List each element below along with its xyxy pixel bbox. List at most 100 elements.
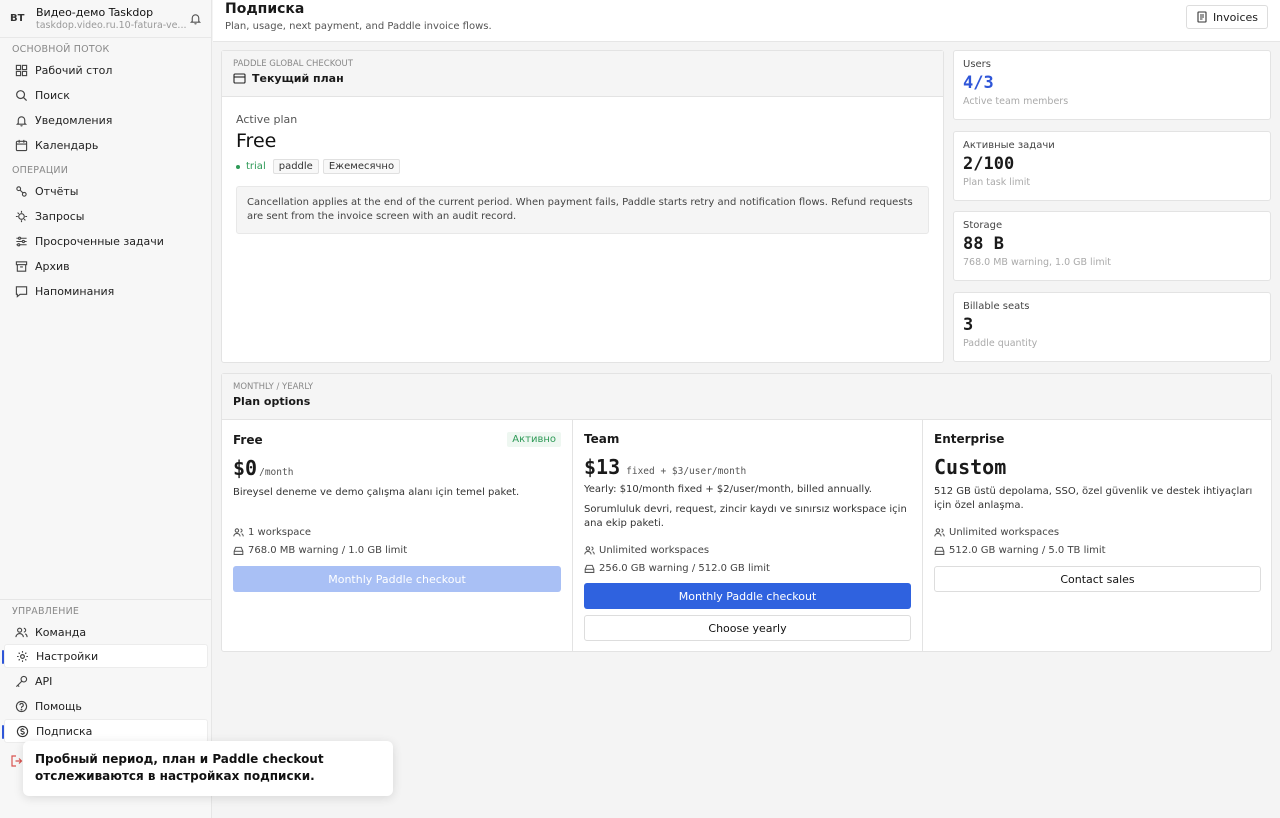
logout-icon[interactable] <box>10 754 24 768</box>
sidebar-item-label: Просроченные задачи <box>35 234 164 248</box>
plan-feature: Unlimited workspaces <box>934 525 1106 539</box>
stat-note: Plan task limit <box>963 177 1031 188</box>
current-plan-card: PADDLE GLOBAL CHECKOUT Текущий план Acti… <box>221 50 944 363</box>
requests-icon <box>14 209 28 223</box>
active-badge: Активно <box>507 432 561 447</box>
status-badge: trial <box>246 161 266 172</box>
bell-icon[interactable] <box>187 11 203 27</box>
workspace-url: taskdop.video.ru.10-fatura-ve... <box>36 20 187 31</box>
current-plan-title: Текущий план <box>252 72 344 85</box>
sidebar-item-team[interactable]: Команда <box>4 620 208 644</box>
sidebar-item-label: Подписка <box>36 724 93 738</box>
stat-note: Paddle quantity <box>963 338 1038 349</box>
sidebar-item-label: Поиск <box>35 88 70 102</box>
sidebar-item-overdue[interactable]: Просроченные задачи <box>4 229 207 253</box>
sliders-icon <box>14 234 28 248</box>
active-plan-label: Active plan <box>236 113 298 126</box>
stat-value: 2/100 <box>963 154 1015 174</box>
dollar-icon <box>15 724 29 738</box>
section-main-label: ОСНОВНОЙ ПОТОК <box>12 44 110 55</box>
sidebar-item-label: Настройки <box>36 649 99 663</box>
sidebar-item-reports[interactable]: Отчёты <box>4 179 207 203</box>
key-icon <box>14 674 28 688</box>
team-monthly-checkout-button[interactable]: Monthly Paddle checkout <box>584 583 911 609</box>
stat-active-tasks: Активные задачи 2/100 Plan task limit <box>953 131 1271 201</box>
plan-feature-text: Unlimited workspaces <box>949 526 1060 538</box>
users-icon <box>233 527 244 536</box>
plan-feature: Unlimited workspaces <box>584 543 770 557</box>
stat-label: Users <box>963 59 992 70</box>
sidebar-item-settings[interactable]: Настройки <box>2 644 208 668</box>
plan-name: Enterprise <box>934 432 1005 446</box>
plan-description: Sorumluluk devri, request, zincir kaydı … <box>584 504 907 529</box>
plan-feature: 512.0 GB warning / 5.0 TB limit <box>934 543 1106 557</box>
storage-icon <box>934 546 945 555</box>
sidebar-item-label: Запросы <box>35 209 85 223</box>
sidebar-item-label: API <box>35 674 53 688</box>
search-icon <box>14 88 28 102</box>
sidebar-item-label: Помощь <box>35 699 82 713</box>
bell-icon <box>14 113 28 127</box>
sidebar-item-search[interactable]: Поиск <box>4 83 207 107</box>
sidebar: BT Видео-демо Taskdop taskdop.video.ru.1… <box>0 0 212 818</box>
stat-label: Billable seats <box>963 301 1030 312</box>
invoices-button[interactable]: Invoices <box>1185 5 1268 29</box>
choose-yearly-button[interactable]: Choose yearly <box>584 615 911 641</box>
provider-tag: paddle <box>272 159 319 174</box>
plan-options-kicker: MONTHLY / YEARLY <box>233 382 314 392</box>
sidebar-item-calendar[interactable]: Календарь <box>4 133 207 157</box>
sidebar-item-requests[interactable]: Запросы <box>4 204 207 228</box>
message-icon <box>14 284 28 298</box>
plan-name: Free <box>233 432 263 447</box>
sidebar-item-api[interactable]: API <box>4 669 208 693</box>
stat-value: 3 <box>963 315 974 335</box>
workspace-switcher[interactable]: BT Видео-демо Taskdop taskdop.video.ru.1… <box>0 0 211 38</box>
help-icon <box>14 699 28 713</box>
plan-feature-text: Unlimited workspaces <box>599 544 710 556</box>
sidebar-item-label: Рабочий стол <box>35 63 113 77</box>
status-dot <box>236 164 240 169</box>
plan-price: $0 <box>233 456 258 480</box>
stat-note: 768.0 MB warning, 1.0 GB limit <box>963 257 1111 268</box>
plan-price: Custom <box>934 455 1007 479</box>
users-icon <box>14 625 28 639</box>
sidebar-item-label: Команда <box>35 625 87 639</box>
plan-description: Bireysel deneme ve demo çalışma alanı iç… <box>233 487 520 498</box>
storage-icon <box>584 564 595 573</box>
document-icon <box>1197 11 1207 23</box>
current-plan-kicker: PADDLE GLOBAL CHECKOUT <box>233 59 353 69</box>
stat-users: Users 4/3 Active team members <box>953 50 1271 120</box>
plan-team: Team $13 fixed + $3/user/month Yearly: $… <box>573 420 923 652</box>
plan-feature-text: 1 workspace <box>248 526 312 538</box>
contact-sales-button[interactable]: Contact sales <box>934 566 1261 592</box>
plan-feature-text: 256.0 GB warning / 512.0 GB limit <box>599 562 770 574</box>
sidebar-item-notifications[interactable]: Уведомления <box>4 108 207 132</box>
sidebar-item-label: Архив <box>35 259 70 273</box>
free-monthly-checkout-button[interactable]: Monthly Paddle checkout <box>233 566 561 592</box>
sidebar-item-reminders[interactable]: Напоминания <box>4 279 207 303</box>
sidebar-item-label: Календарь <box>35 138 99 152</box>
workspace-name: Видео-демо Taskdop <box>36 6 154 19</box>
plan-feature: 256.0 GB warning / 512.0 GB limit <box>584 561 770 575</box>
plan-options-title: Plan options <box>233 395 311 408</box>
section-ops-label: ОПЕРАЦИИ <box>12 165 69 176</box>
stat-value: 88 B <box>963 234 1004 254</box>
stat-value: 4/3 <box>963 73 994 93</box>
plan-price-suffix: fixed + $3/user/month <box>626 466 747 477</box>
stat-label: Активные задачи <box>963 140 1055 151</box>
sidebar-item-dashboard[interactable]: Рабочий стол <box>4 58 207 82</box>
storage-icon <box>233 546 244 555</box>
calendar-icon <box>14 138 28 152</box>
stat-note: Active team members <box>963 96 1069 107</box>
plan-enterprise: Enterprise Custom 512 GB üstü depolama, … <box>923 420 1272 652</box>
cancellation-info: Cancellation applies at the end of the c… <box>236 186 929 234</box>
plan-price-suffix: /month <box>259 467 294 478</box>
page-header: Подписка Plan, usage, next payment, and … <box>213 0 1280 42</box>
sidebar-item-archive[interactable]: Архив <box>4 254 207 278</box>
plan-price: $13 <box>584 455 621 479</box>
sidebar-item-help[interactable]: Помощь <box>4 694 208 718</box>
page-subtitle: Plan, usage, next payment, and Paddle in… <box>225 21 492 32</box>
workspace-avatar: BT <box>10 13 25 24</box>
billing-period-tag: Ежемесячно <box>322 159 401 174</box>
sidebar-item-subscription[interactable]: Подписка <box>2 719 208 743</box>
